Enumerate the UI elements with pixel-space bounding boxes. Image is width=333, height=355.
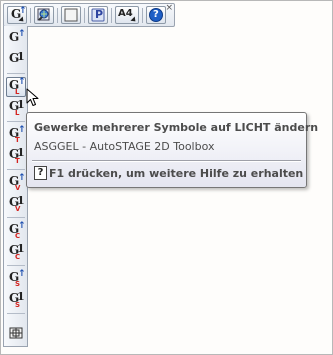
toolbar-separator (30, 8, 31, 23)
arrow-up-icon: ↑ (18, 173, 26, 183)
arrow-up-icon: ↑ (18, 221, 26, 231)
mouse-cursor-icon (26, 88, 39, 106)
a4-dropdown-button[interactable]: A4 (115, 6, 139, 24)
block-frame-button[interactable] (6, 323, 26, 343)
toolbar-separator (57, 8, 58, 23)
licht-sub-letter: L (15, 109, 20, 117)
arrow-up-icon: ↑ (18, 125, 26, 135)
ton-sub-letter: T (15, 136, 20, 144)
globe-search-icon (37, 8, 50, 21)
toolbar-separator (7, 217, 25, 218)
g-arrow-licht-button[interactable]: G ↑ L (6, 77, 26, 97)
g-one-s-button[interactable]: G 1 S (6, 290, 26, 310)
g-arrow-video-button[interactable]: G ↑ V (6, 173, 26, 193)
arrow-up-icon: ↑ (18, 29, 26, 39)
arrow-up-icon: ↑ (19, 6, 27, 16)
tooltip-title: Gewerke mehrerer Symbole auf LICHT änder… (34, 121, 319, 134)
toolbar-separator (111, 8, 112, 23)
s-sub-letter: S (15, 280, 21, 288)
ton-sub-letter: T (15, 157, 20, 165)
help-question-mark: ? (153, 9, 159, 20)
licht-sub-letter: L (15, 88, 20, 96)
g-arrow-c-button[interactable]: G ↑ C (6, 221, 26, 241)
g-arrow-s-button[interactable]: G ↑ S (6, 269, 26, 289)
tooltip-help-text: F1 drücken, um weitere Hilfe zu erhalten (49, 167, 304, 180)
s-sub-letter: S (15, 301, 21, 309)
g-one-button[interactable]: G 1 (6, 50, 26, 70)
toolbar-separator (142, 8, 143, 23)
c-sub-letter: C (15, 253, 21, 261)
g-arrow-ton-button[interactable]: G ↑ T (6, 125, 26, 145)
toolbar-separator (7, 169, 25, 170)
g-one-ton-button[interactable]: G 1 T (6, 146, 26, 166)
arrow-up-icon: ↑ (18, 77, 26, 87)
one-digit-icon: 1 (17, 50, 25, 63)
tooltip: Gewerke mehrerer Symbole auf LICHT änder… (26, 112, 318, 188)
g-arrow-button[interactable]: G ↑ (6, 29, 26, 49)
a4-label: A4 (118, 8, 133, 19)
video-sub-letter: V (15, 205, 21, 213)
g-one-licht-button[interactable]: G 1 L (6, 98, 26, 118)
close-icon[interactable]: × (165, 4, 173, 13)
g-arrow-dropdown-button[interactable]: G ↑ (7, 6, 27, 24)
arrow-up-icon: ↑ (18, 269, 26, 279)
g-one-c-button[interactable]: G 1 C (6, 242, 26, 262)
help-button[interactable]: ? (146, 6, 166, 24)
toolbar-separator (7, 265, 25, 266)
p-letter: P (95, 8, 104, 21)
tooltip-subtitle: ASGGEL - AutoSTAGE 2D Toolbox (34, 140, 215, 153)
toolbar-separator (7, 73, 25, 74)
video-sub-letter: V (15, 184, 21, 192)
top-toolbar: G ↑ P A4 ? × (3, 3, 175, 27)
toolbar-separator (84, 8, 85, 23)
c-sub-letter: C (15, 232, 21, 240)
blank-sheet-icon (64, 8, 78, 22)
frame-block-icon (9, 327, 23, 339)
blank-sheet-button[interactable] (61, 6, 81, 24)
side-toolbar: G ↑ G 1 G ↑ L G 1 L G ↑ T G 1 T G ↑ V G … (3, 26, 28, 347)
zoom-globe-button[interactable] (34, 6, 54, 24)
g-one-video-button[interactable]: G 1 V (6, 194, 26, 214)
help-icon: ? (34, 166, 47, 180)
toolbar-separator (7, 121, 25, 122)
tooltip-divider (32, 160, 301, 162)
p-button[interactable]: P (88, 6, 108, 24)
toolbar-separator (7, 313, 25, 314)
